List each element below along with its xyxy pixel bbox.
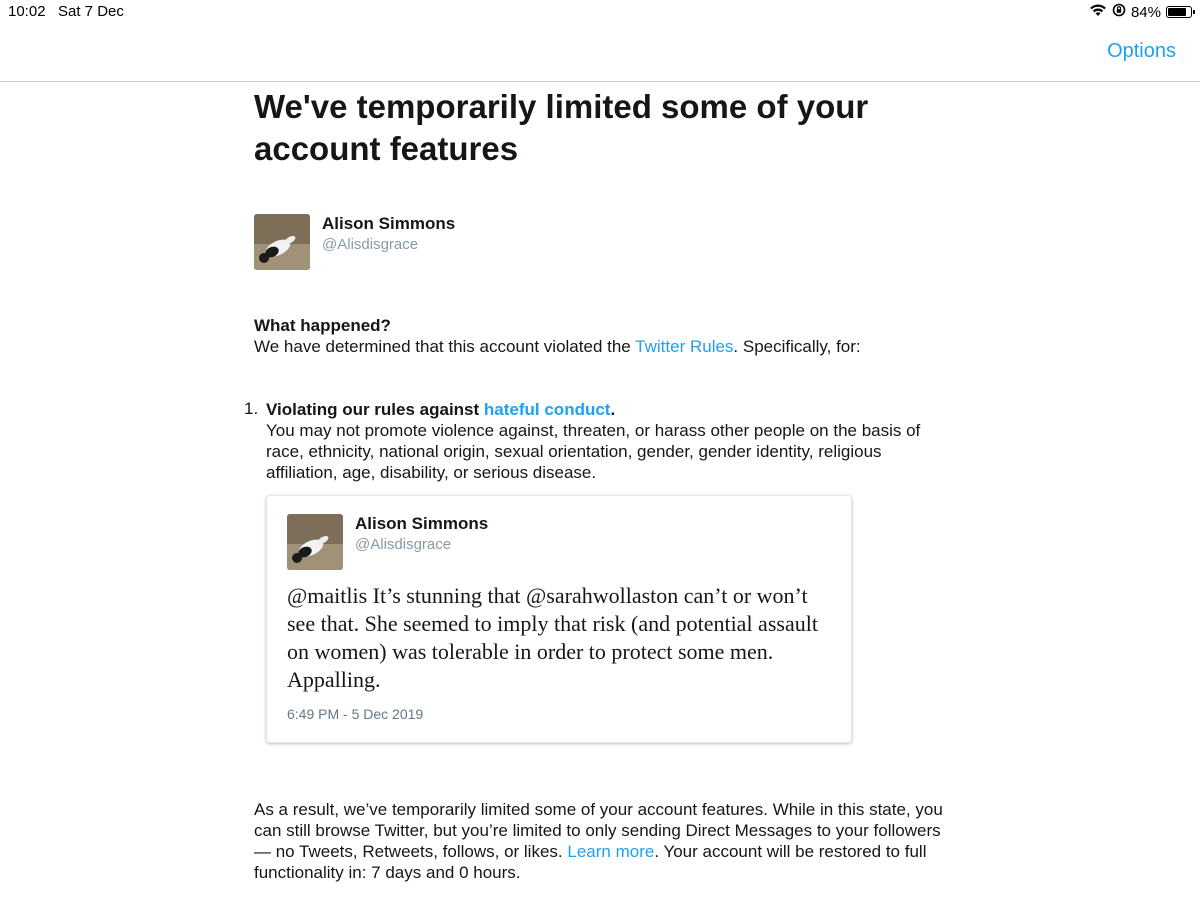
twitter-rules-link[interactable]: Twitter Rules xyxy=(635,337,733,356)
wifi-icon xyxy=(1089,3,1107,21)
status-icons: 84% xyxy=(1089,3,1195,21)
what-happened-text: We have determined that this account vio… xyxy=(254,336,954,357)
main-content: We've temporarily limited some of your a… xyxy=(244,82,954,883)
account-handle: @Alisdisgrace xyxy=(322,236,419,253)
tweet-card[interactable]: Alison Simmons @Alisdisgrace @maitlis It… xyxy=(266,495,852,743)
tweet-timestamp: 6:49 PM - 5 Dec 2019 xyxy=(287,706,424,722)
rotation-lock-icon xyxy=(1112,3,1126,21)
battery-icon xyxy=(1166,6,1195,18)
tweet-author-name: Alison Simmons xyxy=(355,514,489,533)
tweet-avatar xyxy=(287,514,343,570)
what-happened-text-after: . Specifically, for: xyxy=(733,337,861,356)
status-date: Sat 7 Dec xyxy=(58,3,124,20)
account-header: Alison Simmons @Alisdisgrace xyxy=(254,214,954,272)
violation-item: 1. Violating our rules against hateful c… xyxy=(244,399,954,743)
result-text: As a result, we’ve temporarily limited s… xyxy=(254,799,944,883)
nav-bar: Options xyxy=(0,24,1200,82)
hateful-conduct-link[interactable]: hateful conduct xyxy=(484,400,611,419)
violation-number: 1. xyxy=(244,399,259,418)
page-title: We've temporarily limited some of your a… xyxy=(254,88,869,167)
battery-fill xyxy=(1168,8,1187,16)
status-bar: 10:02 Sat 7 Dec 84% xyxy=(0,0,1200,24)
battery-percent: 84% xyxy=(1130,3,1161,21)
avatar[interactable] xyxy=(254,214,310,270)
violation-title-before: Violating our rules against xyxy=(266,400,484,419)
learn-more-link[interactable]: Learn more xyxy=(567,842,654,861)
tweet-author-handle: @Alisdisgrace xyxy=(355,536,452,553)
options-button[interactable]: Options xyxy=(1107,40,1176,63)
what-happened-heading: What happened? xyxy=(254,316,391,335)
violation-description: You may not promote violence against, th… xyxy=(266,421,921,482)
account-name: Alison Simmons xyxy=(322,214,456,233)
violation-title: Violating our rules against hateful cond… xyxy=(266,399,954,420)
tweet-author: Alison Simmons @Alisdisgrace xyxy=(287,514,831,570)
violation-title-after: . xyxy=(610,400,616,419)
what-happened-text-before: We have determined that this account vio… xyxy=(254,337,636,356)
tweet-text: @maitlis It’s stunning that @sarahwollas… xyxy=(287,583,818,692)
status-time: 10:02 xyxy=(8,3,46,20)
